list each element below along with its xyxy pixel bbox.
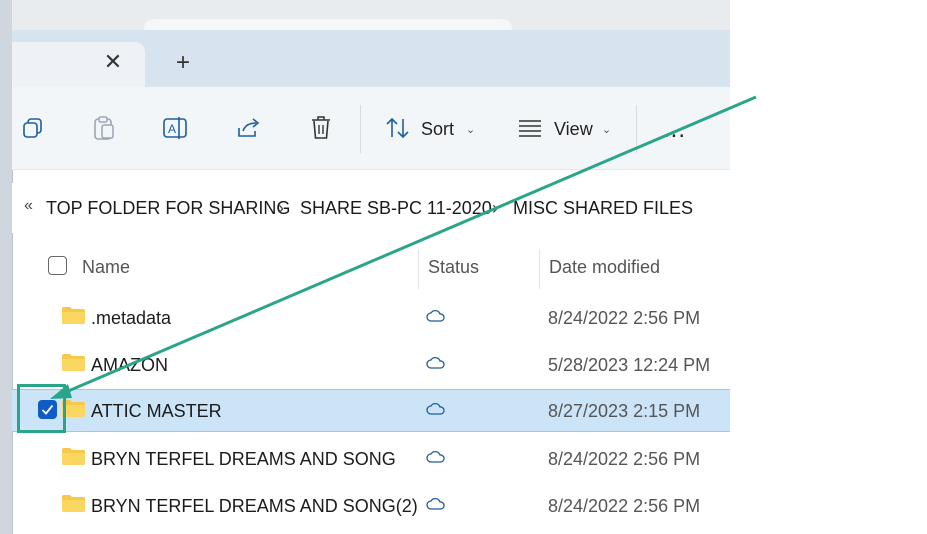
file-date-modified: 8/24/2022 2:56 PM — [548, 496, 701, 516]
delete-icon[interactable] — [306, 113, 336, 143]
view-button-label[interactable]: View — [554, 119, 593, 140]
more-options-button[interactable]: ... — [663, 116, 686, 144]
toolbar-separator — [636, 105, 637, 153]
cloud-icon — [426, 309, 445, 322]
toolbar-separator — [360, 105, 361, 153]
sort-icon[interactable] — [383, 113, 413, 143]
file-row-selected[interactable]: ATTIC MASTER 8/27/2023 2:15 PM — [12, 389, 730, 432]
column-header-row: Name Status Date modified — [12, 243, 730, 289]
file-name[interactable]: ATTIC MASTER — [91, 401, 222, 422]
file-date-modified: 8/27/2023 2:15 PM — [548, 401, 701, 421]
select-all-checkbox[interactable] — [48, 256, 67, 275]
sort-chevron-icon[interactable]: ⌄ — [466, 123, 475, 136]
file-row[interactable]: BRYN TERFEL DREAMS AND SONG 8/24/2022 2:… — [12, 438, 730, 479]
file-name[interactable]: .metadata — [91, 308, 171, 329]
cloud-icon — [426, 402, 445, 415]
column-header-status[interactable]: Status — [428, 257, 479, 278]
file-name[interactable]: BRYN TERFEL DREAMS AND SONG — [91, 449, 396, 470]
svg-text:A: A — [168, 122, 176, 136]
folder-icon — [62, 307, 85, 324]
file-date-modified: 8/24/2022 2:56 PM — [548, 449, 701, 469]
breadcrumb-separator-icon[interactable]: › — [278, 198, 284, 219]
command-bar: A Sort ⌄ View ⌄ ... — [12, 87, 730, 170]
copy-icon[interactable] — [18, 113, 48, 143]
cloud-icon — [426, 497, 445, 510]
breadcrumb: « TOP FOLDER FOR SHARING › SHARE SB-PC 1… — [12, 183, 730, 233]
file-row[interactable]: BRYN TERFEL DREAMS AND SONG(2) 8/24/2022… — [12, 485, 730, 526]
view-chevron-icon[interactable]: ⌄ — [602, 123, 611, 136]
column-divider[interactable] — [539, 249, 540, 289]
annotation-highlight-box — [17, 384, 66, 433]
view-icon[interactable] — [515, 113, 545, 143]
column-header-name[interactable]: Name — [82, 257, 130, 278]
breadcrumb-separator-icon[interactable]: › — [492, 198, 498, 219]
column-divider[interactable] — [418, 249, 419, 289]
breadcrumb-overflow-icon[interactable]: « — [24, 197, 33, 215]
cloud-icon — [426, 356, 445, 369]
paste-icon[interactable] — [89, 113, 119, 143]
cloud-icon — [426, 450, 445, 463]
file-name[interactable]: BRYN TERFEL DREAMS AND SONG(2) — [91, 496, 418, 517]
breadcrumb-item[interactable]: TOP FOLDER FOR SHARING — [46, 198, 290, 219]
close-tab-icon[interactable]: ✕ — [103, 50, 123, 74]
sort-button-label[interactable]: Sort — [421, 119, 454, 140]
file-explorer-window: ✕ + A Sort ⌄ View ⌄ ... « TOP FOLDER FOR… — [0, 0, 730, 534]
file-row[interactable]: AMAZON 5/28/2023 12:24 PM — [12, 344, 730, 385]
file-row[interactable]: .metadata 8/24/2022 2:56 PM — [12, 297, 730, 338]
folder-icon — [62, 448, 85, 465]
title-strip — [12, 0, 730, 39]
file-date-modified: 8/24/2022 2:56 PM — [548, 308, 701, 328]
folder-icon — [62, 495, 85, 512]
file-name[interactable]: AMAZON — [91, 355, 168, 376]
rename-icon[interactable]: A — [161, 113, 191, 143]
active-tab[interactable] — [12, 42, 145, 87]
breadcrumb-item[interactable]: SHARE SB-PC 11-2020 — [300, 198, 492, 219]
share-icon[interactable] — [234, 113, 264, 143]
breadcrumb-item[interactable]: MISC SHARED FILES — [513, 198, 693, 219]
column-header-date-modified[interactable]: Date modified — [549, 257, 660, 278]
file-date-modified: 5/28/2023 12:24 PM — [548, 355, 711, 375]
new-tab-button[interactable]: + — [172, 50, 194, 76]
folder-icon — [62, 354, 85, 371]
